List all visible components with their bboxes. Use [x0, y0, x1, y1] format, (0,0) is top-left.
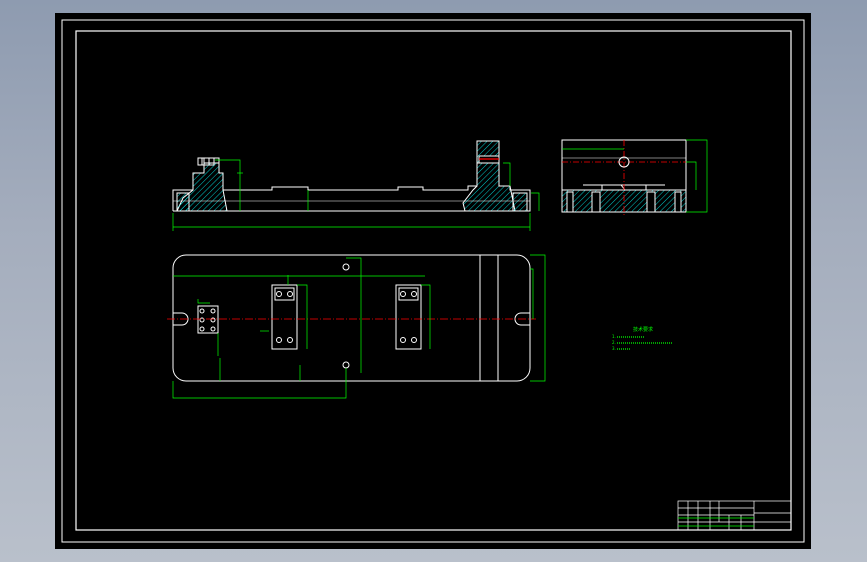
left-support-block: [271, 284, 298, 350]
title-block[interactable]: [677, 500, 792, 531]
right-end-section: [512, 192, 528, 212]
cad-model-space[interactable]: 技术要求 1. 2. 3.: [55, 13, 811, 549]
tech-req-line-3: 3.: [612, 346, 616, 351]
sheet-inner-border: [75, 30, 792, 531]
technical-requirements-note: 技术要求 1. 2. 3.: [612, 326, 673, 351]
top-view-dimensions: [172, 254, 546, 399]
right-column-section: [462, 140, 516, 212]
right-support-block: [395, 284, 422, 350]
top-view[interactable]: [172, 254, 531, 382]
tech-req-line-2: 2.: [612, 340, 616, 345]
drawing-canvas[interactable]: 技术要求 1. 2. 3.: [55, 13, 811, 549]
top-view-outline: [172, 254, 531, 382]
front-view[interactable]: [172, 140, 531, 212]
tech-req-heading: 技术要求: [633, 326, 653, 333]
left-end-section: [176, 192, 190, 212]
tech-req-line-1: 1.: [612, 334, 616, 339]
